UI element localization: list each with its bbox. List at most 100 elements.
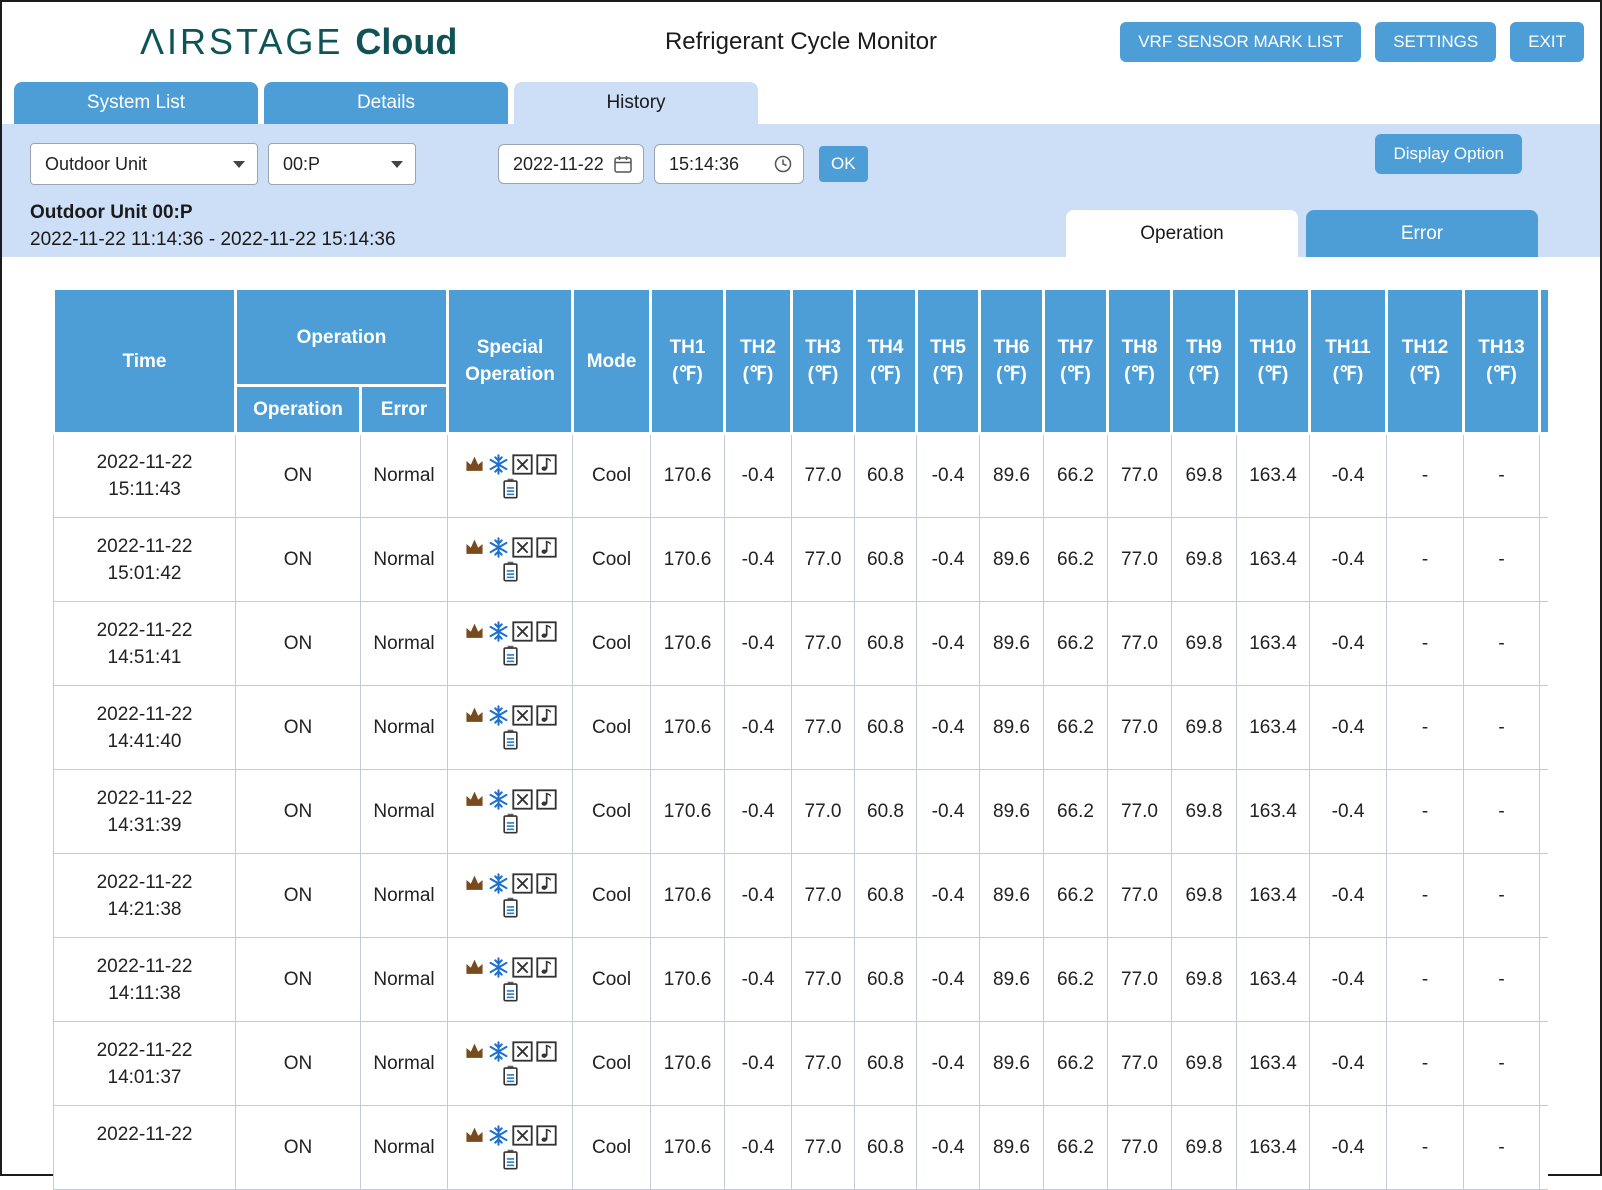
operation-status: ON [284,633,313,654]
th-value-cell: - [1464,770,1540,854]
th-value-cell: 77.0 [1108,854,1172,938]
table-row: 2022-11-22 14:51:41 ON Normal [54,602,1549,686]
th-value-cell: 170.6 [651,1106,725,1190]
error-status-cell: Normal [361,686,448,770]
special-operation-icons-row [448,788,572,811]
th-value-cell: -0.4 [1310,1022,1387,1106]
column-header-th5: TH5(℉) [917,289,980,434]
settings-button[interactable]: SETTINGS [1375,22,1496,62]
test-run-icon [499,1064,522,1087]
th-value-cell: 163.4 [1237,854,1310,938]
unit-address-select-value: 00:P [283,154,320,175]
overflow-cell [1540,1022,1548,1106]
ok-button[interactable]: OK [819,146,868,182]
th-value-cell: -0.4 [725,854,792,938]
column-header-th7: TH7(℉) [1044,289,1108,434]
date-input[interactable]: 2022-11-22 [498,144,644,184]
low-noise-icon [535,620,558,643]
th-value-cell: 77.0 [792,1106,855,1190]
th-value-cell: 163.4 [1237,1022,1310,1106]
table-row: 2022-11-22 14:41:40 ON Normal [54,686,1549,770]
special-operation-icons-row2 [448,980,572,1003]
th-value-cell: -0.4 [725,1022,792,1106]
error-status: Normal [373,549,434,570]
tab-history[interactable]: History [514,82,758,124]
display-option-button[interactable]: Display Option [1375,134,1522,174]
th-value-cell: 77.0 [1108,1022,1172,1106]
peak-cut-icon [511,788,534,811]
oil-recovery-icon [463,704,486,727]
th-value-cell: - [1387,602,1464,686]
th-value-cell: 66.2 [1044,854,1108,938]
th-value-cell: - [1387,434,1464,518]
special-operation-cell [448,1022,573,1106]
peak-cut-icon [511,704,534,727]
row-time: 14:01:37 [54,1064,235,1091]
special-operation-cell [448,770,573,854]
special-operation-icons-row [448,453,572,476]
mode-cell: Cool [573,1106,651,1190]
th-value-cell: -0.4 [917,770,980,854]
th-value-cell: 60.8 [855,938,917,1022]
table-row: 2022-11-22 ON Normal [54,1106,1549,1190]
th-value-cell: -0.4 [725,938,792,1022]
time-cell: 2022-11-22 14:21:38 [54,854,236,938]
th-value-cell: 60.8 [855,602,917,686]
special-operation-cell [448,434,573,518]
th-value-cell: 170.6 [651,602,725,686]
view-tab-bar: Operation Error [1066,210,1538,257]
th-value-cell: -0.4 [917,686,980,770]
error-status: Normal [373,717,434,738]
mode-cell: Cool [573,770,651,854]
tab-operation[interactable]: Operation [1066,210,1298,257]
th-value-cell: 60.8 [855,434,917,518]
special-operation-icons-row2 [448,1064,572,1087]
unit-type-select[interactable]: Outdoor Unit [30,143,258,185]
error-status: Normal [373,1137,434,1158]
th-value-cell: 170.6 [651,854,725,938]
th-value-cell: -0.4 [917,518,980,602]
special-operation-cell [448,518,573,602]
tab-error[interactable]: Error [1306,210,1538,257]
column-header-time: Time [54,289,236,434]
th-value-cell: 163.4 [1237,686,1310,770]
row-date: 2022-11-22 [54,449,235,476]
special-operation-icons-row [448,620,572,643]
tab-details[interactable]: Details [264,82,508,124]
th-value-cell: - [1464,602,1540,686]
th-value-cell: -0.4 [725,1106,792,1190]
vrf-sensor-mark-list-button[interactable]: VRF SENSOR MARK LIST [1120,22,1361,62]
exit-button[interactable]: EXIT [1510,22,1584,62]
th-value-cell: 69.8 [1172,854,1237,938]
th-value-cell: 163.4 [1237,434,1310,518]
error-status: Normal [373,969,434,990]
header-row-1: Time Operation Special Operation Mode TH… [54,289,1549,386]
special-operation-icons-row2 [448,644,572,667]
th-value-cell: 69.8 [1172,602,1237,686]
th-value-cell: 170.6 [651,938,725,1022]
time-input[interactable]: 15:14:36 [654,144,804,184]
peak-cut-icon [511,620,534,643]
mode-value: Cool [592,1137,631,1158]
error-status-cell: Normal [361,434,448,518]
overflow-cell [1540,1106,1548,1190]
table-row: 2022-11-22 14:01:37 ON Normal [54,1022,1549,1106]
mode-value: Cool [592,969,631,990]
column-header-th10: TH10(℉) [1237,289,1310,434]
special-operation-icons-row2 [448,1148,572,1171]
unit-address-select[interactable]: 00:P [268,143,416,185]
tab-system-list[interactable]: System List [14,82,258,124]
th-value-cell: 170.6 [651,1022,725,1106]
mode-cell: Cool [573,1022,651,1106]
th-value-cell: 69.8 [1172,686,1237,770]
operation-status-cell: ON [236,602,361,686]
th-value-cell: -0.4 [917,602,980,686]
th-value-cell: 77.0 [792,602,855,686]
test-run-icon [499,644,522,667]
special-operation-icons-row2 [448,896,572,919]
history-date-range: 2022-11-22 11:14:36 - 2022-11-22 15:14:3… [30,229,396,251]
mode-value: Cool [592,465,631,486]
th-value-cell: 170.6 [651,686,725,770]
selected-unit-info: Outdoor Unit 00:P 2022-11-22 11:14:36 - … [30,202,396,257]
th-value-cell: 163.4 [1237,770,1310,854]
